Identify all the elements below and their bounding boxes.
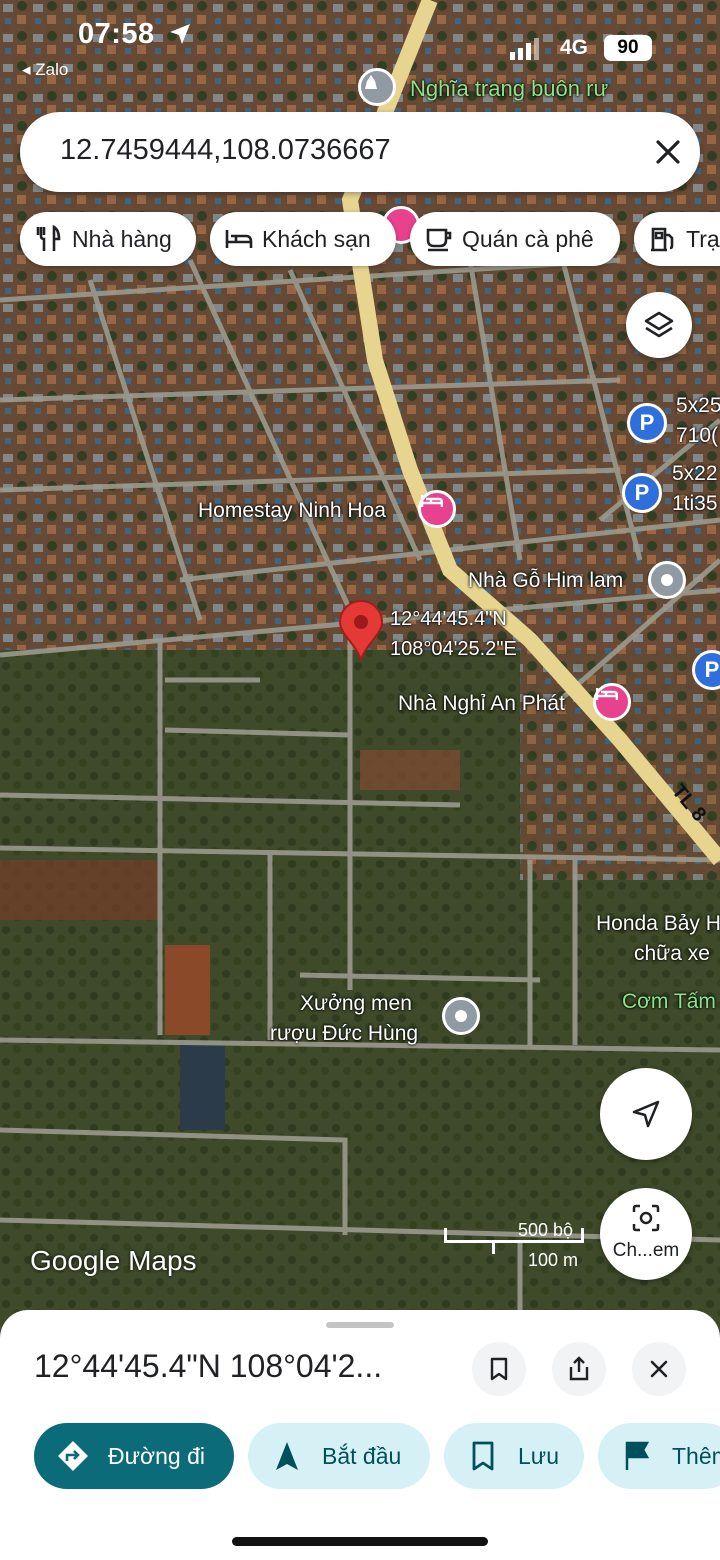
bookmark-icon [490,1357,508,1381]
place-marker-icon[interactable] [648,561,686,599]
my-location-button[interactable] [600,1068,692,1160]
action-label: Bắt đầu [322,1442,402,1469]
cellular-signal-icon [510,38,539,60]
share-icon [569,1356,589,1381]
scale-line [444,1240,584,1243]
search-bar[interactable]: 12.7459444,108.0736667 [20,112,700,192]
sheet-drag-handle[interactable] [326,1322,394,1328]
bed-glyph [421,495,443,507]
dropped-pin-icon[interactable] [338,600,384,662]
map-label-guesthouse[interactable]: Nhà Nghỉ An Phát [398,692,565,716]
chip-label: Trạ [686,225,720,252]
map-label-parking-1a[interactable]: 5x25 [676,394,720,418]
map-label-honda-1[interactable]: Honda Bảy H [596,912,720,936]
lens-label: Ch...em [612,1240,680,1261]
directions-button[interactable]: Đường đi [34,1423,234,1489]
navigation-start-icon [276,1442,298,1470]
chip-restaurants[interactable]: Nhà hàng [20,212,196,266]
home-indicator[interactable] [232,1537,488,1546]
bookmark-icon [472,1441,494,1471]
layers-button[interactable] [626,292,692,358]
close-icon[interactable] [650,134,686,170]
parking-icon[interactable]: P [627,403,667,443]
map-label-xuong-1[interactable]: Xưởng men [300,990,412,1018]
map-label-parking-2a[interactable]: 5x22 [672,462,718,486]
save-action-button[interactable]: Lưu [444,1423,584,1489]
scale-metric: 100 m [528,1250,579,1270]
hotel-icon [225,230,253,248]
chip-label: Khách sạn [262,225,371,252]
chip-label: Nhà hàng [72,225,172,252]
scale-imperial: 500 bộ [518,1220,574,1240]
marker-dot [455,1010,467,1022]
map-label-wood-house[interactable]: Nhà Gỗ Him lam [468,569,623,593]
satellite-map[interactable]: Nghĩa trang buôn rư Homestay Ninh Hoa Nh… [0,0,720,1330]
place-marker-icon[interactable] [442,997,480,1035]
scale-tick [581,1228,584,1242]
share-button[interactable] [552,1342,606,1396]
scale-bar: 500 bộ 100 m [444,1220,584,1274]
status-bar: 07:58 ◂ Zalo 4G 90 [0,0,720,100]
chip-gas-station[interactable]: Trạ [634,212,720,266]
coffee-icon [426,228,452,252]
gas-station-icon [651,227,674,252]
location-services-icon [170,24,190,44]
parking-icon[interactable]: P [622,473,662,513]
camera-lens-icon [632,1204,660,1232]
map-label-homestay[interactable]: Homestay Ninh Hoa [198,499,386,523]
directions-icon [58,1441,88,1471]
chip-hotels[interactable]: Khách sạn [210,212,396,266]
close-sheet-button[interactable] [632,1342,686,1396]
chip-coffee[interactable]: Quán cà phê [410,212,620,266]
save-button[interactable] [472,1342,526,1396]
bed-glyph [596,688,618,700]
start-button[interactable]: Bắt đầu [248,1423,430,1489]
map-label-com-tam[interactable]: Cơm Tấm [622,990,716,1014]
action-label: Thêm [672,1442,720,1469]
flag-icon [625,1441,650,1470]
map-label-xuong-2[interactable]: rượu Đức Hùng [270,1020,418,1048]
navigation-arrow-icon [632,1100,660,1128]
map-label-parking-1b[interactable]: 710( [676,424,718,448]
close-icon [650,1360,668,1378]
category-chips: Nhà hàng Khách sạn Quán cà phê Trạ [20,212,720,268]
homestay-hotel-icon[interactable] [418,490,456,528]
chip-label: Quán cà phê [462,225,594,252]
status-time: 07:58 [78,18,155,50]
action-label: Lưu [518,1442,559,1469]
more-button[interactable]: Thêm [598,1423,720,1489]
layers-icon [644,311,674,338]
network-type: 4G [560,36,589,59]
search-query[interactable]: 12.7459444,108.0736667 [60,134,391,167]
battery-icon: 90 [604,35,652,61]
map-label-parking-2b[interactable]: 1ti35 [672,492,718,516]
pin-longitude-label: 108°04'25.2"E [390,638,517,660]
back-app-label: Zalo [35,60,69,79]
lens-button[interactable]: Ch...em [600,1188,692,1280]
marker-dot [661,574,673,586]
scale-tick [444,1228,447,1242]
place-title: 12°44'45.4"N 108°04'2... [34,1348,383,1384]
back-to-app-link[interactable]: ◂ Zalo [22,60,68,80]
map-label-honda-2[interactable]: chữa xe [634,942,710,966]
google-maps-logo: Google Maps [30,1245,197,1276]
action-label: Đường đi [108,1442,205,1469]
guesthouse-hotel-icon[interactable] [593,683,631,721]
pin-latitude-label: 12°44'45.4"N [390,608,507,630]
screen: Nghĩa trang buôn rư Homestay Ninh Hoa Nh… [0,0,720,1560]
restaurant-icon [36,224,61,251]
scale-tick [492,1240,495,1254]
place-bottom-sheet[interactable]: 12°44'45.4"N 108°04'2... Đường đi Bắt đầ… [0,1310,720,1560]
